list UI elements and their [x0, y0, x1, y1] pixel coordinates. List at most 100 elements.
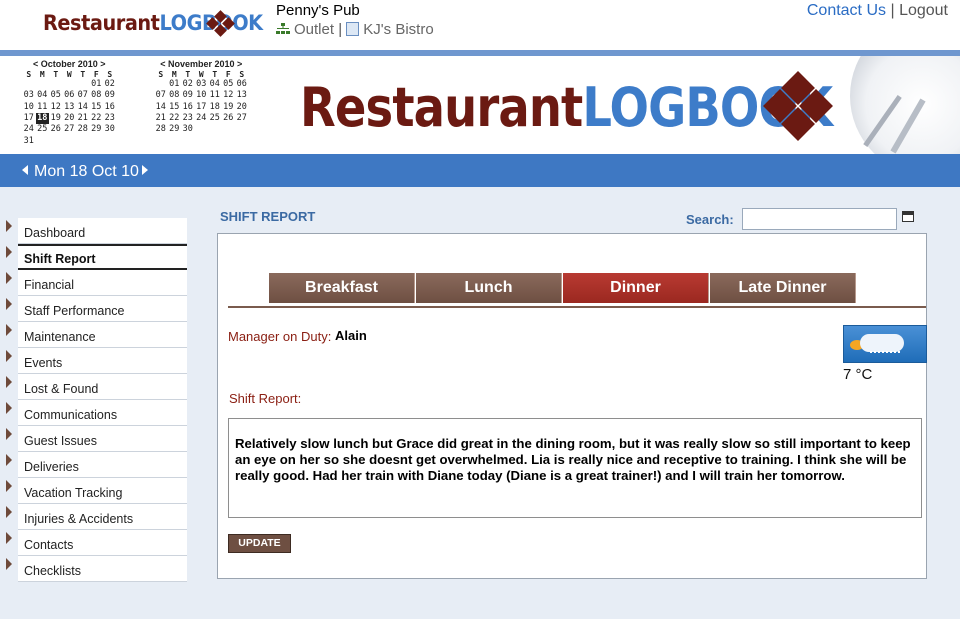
calendar-day[interactable]: 21 [76, 113, 90, 124]
calendar-day[interactable]: 14 [76, 102, 90, 113]
search-input[interactable] [742, 208, 897, 230]
next-day-icon[interactable] [142, 165, 148, 175]
tab-dinner[interactable]: Dinner [563, 273, 709, 303]
sidebar-item-maintenance[interactable]: Maintenance [0, 322, 200, 348]
tab-breakfast[interactable]: Breakfast [269, 273, 415, 303]
calendar-day[interactable]: 14 [154, 102, 168, 113]
calendar-day [76, 135, 90, 146]
calendar-day[interactable]: 28 [154, 124, 168, 135]
calendar-day[interactable]: 26 [49, 124, 63, 135]
calendar-day[interactable]: 23 [181, 113, 195, 124]
calendar-day[interactable]: 02 [181, 79, 195, 90]
logout-link[interactable]: Logout [899, 2, 948, 19]
weekday-header: S [26, 69, 32, 79]
update-button[interactable]: UPDATE [228, 534, 291, 553]
sidebar-item-contacts[interactable]: Contacts [0, 530, 200, 556]
calendar-day[interactable]: 01 [90, 79, 104, 90]
calendar-day[interactable]: 15 [168, 102, 182, 113]
calendar-day[interactable]: 20 [63, 113, 77, 124]
calendar-icon[interactable] [902, 211, 914, 222]
calendar-day[interactable]: 06 [63, 90, 77, 101]
calendar-day[interactable]: 08 [168, 90, 182, 101]
calendar-day[interactable]: 03 [22, 90, 36, 101]
calendar-day[interactable]: 31 [22, 135, 36, 146]
calendar-day[interactable]: 04 [208, 79, 222, 90]
calendar-day[interactable]: 05 [49, 90, 63, 101]
sidebar-item-deliveries[interactable]: Deliveries [0, 452, 200, 478]
sidebar-item-shift-report[interactable]: Shift Report [0, 244, 200, 270]
calendar-day[interactable]: 07 [154, 90, 168, 101]
calendar-day[interactable]: 23 [103, 113, 117, 124]
calendar-day[interactable]: 05 [222, 79, 236, 90]
calendar-day[interactable]: 25 [36, 124, 50, 135]
current-date: Mon 18 Oct 10 [34, 163, 139, 180]
calendar-day[interactable]: 17 [195, 102, 209, 113]
calendar-day [154, 79, 168, 90]
calendar-day[interactable]: 10 [22, 102, 36, 113]
calendar-day[interactable]: 21 [154, 113, 168, 124]
sidebar-item-guest-issues[interactable]: Guest Issues [0, 426, 200, 452]
calendar-day[interactable]: 01 [168, 79, 182, 90]
calendar-day[interactable]: 24 [195, 113, 209, 124]
calendar-day[interactable]: 29 [168, 124, 182, 135]
calendar-day[interactable]: 11 [36, 102, 50, 113]
sidebar-item-lost-found[interactable]: Lost & Found [0, 374, 200, 400]
previous-day-icon[interactable] [22, 165, 28, 175]
calendar-day[interactable]: 24 [22, 124, 36, 135]
calendar-day[interactable]: 12 [49, 102, 63, 113]
calendar-day[interactable]: 16 [181, 102, 195, 113]
sidebar-item-dashboard[interactable]: Dashboard [0, 218, 200, 244]
calendar-day[interactable]: 03 [195, 79, 209, 90]
calendar-day[interactable]: 26 [222, 113, 236, 124]
sidebar-item-communications[interactable]: Communications [0, 400, 200, 426]
calendar-day[interactable]: 02 [103, 79, 117, 90]
calendar-day[interactable]: 16 [103, 102, 117, 113]
top-separator: | [890, 2, 895, 19]
calendar-day[interactable]: 30 [181, 124, 195, 135]
shift-report-text[interactable]: Relatively slow lunch but Grace did grea… [228, 418, 922, 518]
calendar-day[interactable]: 30 [103, 124, 117, 135]
calendar-day[interactable]: 06 [235, 79, 249, 90]
calendar-month-title[interactable]: < October 2010 > [22, 59, 117, 69]
calendar-day[interactable]: 10 [195, 90, 209, 101]
calendar-day[interactable]: 07 [76, 90, 90, 101]
sidebar-item-label: Financial [24, 278, 75, 292]
calendar-day[interactable]: 18 [208, 102, 222, 113]
calendar-day[interactable]: 29 [90, 124, 104, 135]
calendar-day[interactable]: 08 [90, 90, 104, 101]
calendar-day[interactable]: 18 [35, 112, 49, 125]
tab-lunch[interactable]: Lunch [416, 273, 562, 303]
calendar-day [195, 124, 209, 135]
calendar-day[interactable]: 19 [49, 113, 63, 124]
sidebar-item-financial[interactable]: Financial [0, 270, 200, 296]
calendar-day[interactable]: 15 [90, 102, 104, 113]
sidebar-item-events[interactable]: Events [0, 348, 200, 374]
sidebar-item-staff-performance[interactable]: Staff Performance [0, 296, 200, 322]
calendar-day[interactable]: 17 [22, 113, 36, 124]
calendar-day[interactable]: 04 [36, 90, 50, 101]
sidebar-item-injuries-accidents[interactable]: Injuries & Accidents [0, 504, 200, 530]
sidebar-item-checklists[interactable]: Checklists [0, 556, 200, 582]
calendar-day[interactable]: 25 [208, 113, 222, 124]
calendar-day[interactable]: 09 [181, 90, 195, 101]
calendar-day[interactable]: 11 [208, 90, 222, 101]
calendar-day[interactable]: 27 [63, 124, 77, 135]
calendar-day[interactable]: 13 [63, 102, 77, 113]
contact-us-link[interactable]: Contact Us [807, 2, 886, 19]
calendar-day[interactable]: 27 [235, 113, 249, 124]
calendar-day[interactable]: 13 [235, 90, 249, 101]
calendar-day[interactable]: 22 [90, 113, 104, 124]
calendar-day[interactable]: 20 [235, 102, 249, 113]
bistro-link[interactable]: KJ's Bistro [363, 21, 433, 38]
calendar-day[interactable]: 19 [222, 102, 236, 113]
top-right-links: Contact Us | Logout [807, 2, 948, 20]
outlet-link[interactable]: Outlet [294, 21, 334, 38]
calendar-day[interactable]: 09 [103, 90, 117, 101]
calendar-day[interactable]: 12 [222, 90, 236, 101]
calendar-day[interactable]: 28 [76, 124, 90, 135]
calendar-day[interactable]: 22 [168, 113, 182, 124]
sidebar-item-vacation-tracking[interactable]: Vacation Tracking [0, 478, 200, 504]
tab-late-dinner[interactable]: Late Dinner [710, 273, 856, 303]
calendar-month-title[interactable]: < November 2010 > [154, 59, 249, 69]
weekday-header: W [198, 69, 204, 79]
